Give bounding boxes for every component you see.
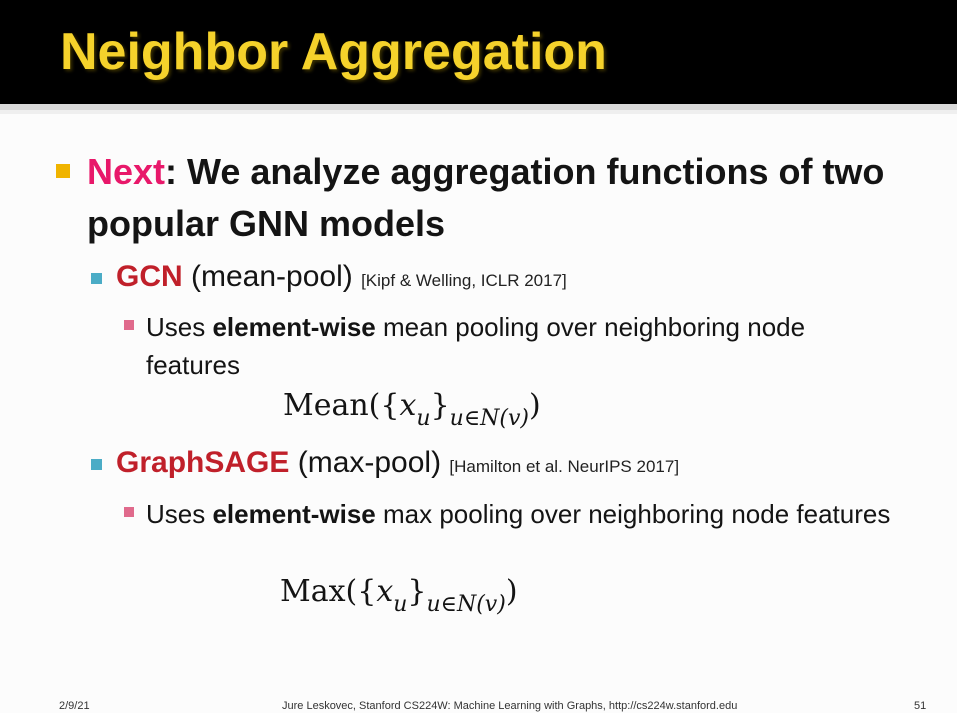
formula-close: } [407,574,427,609]
graphsage-heading: GraphSAGE (max-pool) [Hamilton et al. Ne… [116,446,679,480]
formula-var: x [376,574,394,609]
graphsage-detail-bold: element-wise [212,499,376,529]
title-divider-shadow [0,110,957,114]
main-bullet-text: Next: We analyze aggregation functions o… [87,146,907,250]
graphsage-model-name: GraphSAGE [116,446,290,479]
gcn-model-name: GCN [116,260,183,293]
graphsage-detail: Uses element-wise max pooling over neigh… [146,495,906,533]
formula-open: { [357,574,377,609]
sub-bullet-icon [91,273,102,284]
formula-open: { [380,388,400,423]
sub-bullet-icon [91,459,102,470]
formula-var: x [399,388,417,423]
graphsage-citation: [Hamilton et al. NeurIPS 2017] [449,457,680,476]
gcn-detail-pre: Uses [146,312,213,342]
graphsage-detail-pre: Uses [146,499,213,529]
gcn-detail: Uses element-wise mean pooling over neig… [146,308,906,384]
footer-page-number: 51 [914,700,927,712]
gcn-heading: GCN (mean-pool) [Kipf & Welling, ICLR 20… [116,260,567,294]
footer-date: 2/9/21 [59,700,90,712]
graphsage-detail-post: max pooling over neighboring node featur… [375,499,891,529]
gcn-citation: [Kipf & Welling, ICLR 2017] [361,271,567,290]
title-bar: Neighbor Aggregation [0,0,957,104]
formula-fn: Mean( [283,388,381,423]
formula-var-sub: u [393,592,408,617]
gcn-detail-bold: element-wise [212,312,376,342]
main-bullet-separator: : [165,151,188,192]
slide: Neighbor Aggregation Next: We analyze ag… [0,0,957,713]
main-bullet-body: We analyze aggregation functions of two … [87,151,885,244]
formula-set-sub: u∈N(v) [426,592,506,617]
gcn-formula: Mean({xu}u∈N(v)) [283,388,541,431]
formula-end: ) [505,574,518,609]
graphsage-formula: Max({xu}u∈N(v)) [280,574,518,617]
formula-close: } [430,388,450,423]
gcn-pool-type: (mean-pool) [182,260,362,293]
footer-credit: Jure Leskovec, Stanford CS224W: Machine … [282,700,738,712]
formula-var-sub: u [416,406,431,431]
detail-bullet-icon [124,507,134,517]
main-bullet-lead: Next [87,151,166,192]
formula-end: ) [528,388,541,423]
slide-title: Neighbor Aggregation [60,23,607,81]
bullet-square-icon [56,164,70,178]
formula-set-sub: u∈N(v) [449,406,529,431]
graphsage-pool-type: (max-pool) [289,446,450,479]
formula-fn: Max( [280,574,358,609]
detail-bullet-icon [124,320,134,330]
